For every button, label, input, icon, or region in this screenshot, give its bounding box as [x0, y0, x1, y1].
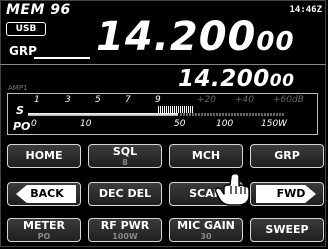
main-frequency[interactable]: 14.20000 [96, 14, 295, 60]
memory-channel-label: MEM 96 [6, 2, 71, 18]
back-button[interactable]: BACK [7, 182, 81, 206]
s-scale-tick: 7 [125, 95, 131, 105]
po-scale-tick: 100 [216, 119, 234, 129]
s-scale-tick: 1 [34, 95, 40, 105]
group-tag: GRP [9, 44, 37, 58]
group-underline [34, 57, 90, 59]
s-meter-bar-empty [180, 113, 284, 116]
main-frequency-mhz: 14.200 [96, 14, 257, 60]
rf-power-button[interactable]: RF PWR 100W [88, 218, 162, 242]
po-scale-tick: 50 [174, 119, 186, 129]
s-scale-tick: 3 [65, 95, 71, 105]
hand-pointer-icon [214, 172, 250, 206]
s-scale-tick: +60dB [273, 95, 304, 105]
rf-power-value: 100W [112, 232, 138, 241]
sweep-button[interactable]: SWEEP [250, 218, 324, 242]
sub-frequency-mhz: 14.200 [178, 66, 270, 92]
s-meter-peak [158, 106, 194, 113]
s-scale-tick: +40 [235, 95, 254, 105]
mode-badge: USB [6, 22, 46, 36]
s-meter-bar [28, 113, 178, 116]
s-scale-tick: +20 [197, 95, 216, 105]
mch-button[interactable]: MCH [169, 144, 243, 168]
po-scale-tick: 150W [261, 119, 288, 129]
po-meter-label: PO [13, 120, 31, 133]
sub-frequency-hz: 00 [269, 71, 295, 91]
meter-button[interactable]: METER PO [7, 218, 81, 242]
home-button[interactable]: HOME [7, 144, 81, 168]
sql-button[interactable]: SQL 8 [88, 144, 162, 168]
po-scale-tick: 10 [80, 119, 92, 129]
sql-value: 8 [122, 158, 128, 167]
fwd-button[interactable]: FWD [250, 182, 324, 206]
dec-del-button[interactable]: DEC DEL [88, 182, 162, 206]
main-frequency-hz: 00 [256, 27, 295, 57]
signal-meter: S PO 1 3 5 7 9 +20 +40 +60dB 0 10 50 100… [7, 93, 318, 135]
s-meter-label: S [16, 104, 24, 117]
meter-value: PO [37, 232, 51, 241]
po-scale-tick: 0 [31, 119, 37, 129]
divider [0, 64, 326, 65]
mic-gain-button[interactable]: MIC GAIN 30 [169, 218, 243, 242]
sub-tag: AMP1 [8, 84, 28, 92]
sub-frequency[interactable]: 14.20000 [178, 66, 294, 92]
s-scale-tick: 9 [155, 95, 161, 105]
mic-gain-value: 30 [200, 232, 212, 241]
grp-button[interactable]: GRP [250, 144, 324, 168]
s-scale-tick: 5 [95, 95, 101, 105]
